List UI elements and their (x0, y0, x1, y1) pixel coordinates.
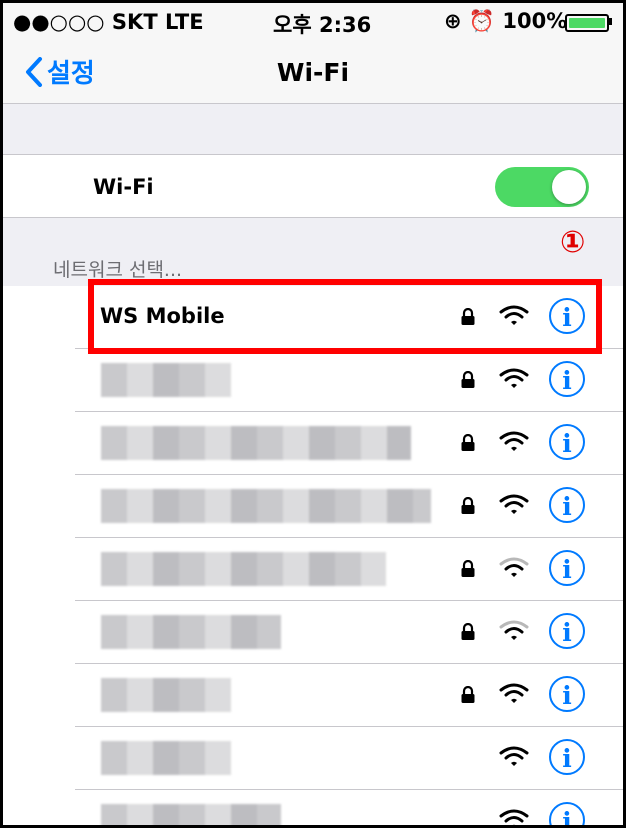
annotation-marker: ① (560, 225, 586, 260)
battery-icon (565, 14, 609, 32)
lock-icon (460, 370, 476, 393)
lock-icon (460, 685, 476, 708)
wifi-icon (499, 619, 529, 645)
network-row[interactable]: WS Mobile i (75, 286, 623, 349)
wifi-icon (499, 367, 529, 393)
info-icon[interactable]: i (549, 676, 585, 712)
network-row[interactable]: i (75, 727, 623, 790)
status-icons: ⊕ ⏰ 100% (444, 9, 568, 33)
lock-icon (460, 559, 476, 582)
toggle-knob (552, 170, 586, 204)
wifi-toggle-label: Wi-Fi (93, 175, 154, 199)
network-name-redacted (101, 489, 431, 523)
wifi-icon (499, 430, 529, 456)
battery-cap (609, 18, 612, 25)
network-row[interactable]: i (75, 790, 623, 825)
info-icon[interactable]: i (549, 298, 585, 334)
network-row[interactable]: i (75, 601, 623, 664)
wifi-icon (499, 808, 529, 825)
network-list: WS Mobile i i i i i i i i i (3, 286, 623, 825)
phone-screen: ●●○○○ SKT LTE 오후 2:36 ⊕ ⏰ 100% 설정 Wi-Fi … (0, 0, 626, 828)
info-icon[interactable]: i (549, 802, 585, 825)
info-icon[interactable]: i (549, 424, 585, 460)
network-name-redacted (101, 552, 386, 586)
wifi-icon (499, 556, 529, 582)
network-row[interactable]: i (75, 349, 623, 412)
network-row[interactable]: i (75, 664, 623, 727)
info-icon[interactable]: i (549, 550, 585, 586)
lock-icon (460, 496, 476, 519)
wifi-toggle-switch[interactable] (495, 167, 589, 207)
info-icon[interactable]: i (549, 613, 585, 649)
network-name: WS Mobile (100, 304, 225, 328)
lock-icon (460, 307, 476, 330)
navigation-bar: 설정 Wi-Fi (3, 39, 623, 104)
lock-icon (460, 622, 476, 645)
wifi-icon (499, 682, 529, 708)
wifi-icon (499, 493, 529, 519)
wifi-icon (499, 745, 529, 771)
page-title: Wi-Fi (276, 58, 350, 87)
network-row[interactable]: i (75, 475, 623, 538)
network-name-redacted (101, 741, 231, 775)
network-name-redacted (101, 804, 281, 825)
wifi-icon (499, 304, 529, 330)
status-bar: ●●○○○ SKT LTE 오후 2:36 ⊕ ⏰ 100% (3, 3, 623, 39)
info-icon[interactable]: i (549, 487, 585, 523)
wifi-toggle-row: Wi-Fi (3, 154, 623, 218)
section-header: 네트워크 선택... (53, 259, 183, 281)
network-name-redacted (101, 615, 281, 649)
network-name-redacted (101, 363, 231, 397)
network-row[interactable]: i (75, 538, 623, 601)
clock: 오후 2:36 (273, 13, 372, 37)
info-icon[interactable]: i (549, 739, 585, 775)
network-name-redacted (101, 678, 231, 712)
carrier-label: ●●○○○ SKT LTE (13, 10, 204, 34)
network-row[interactable]: i (75, 412, 623, 475)
lock-icon (460, 433, 476, 456)
network-name-redacted (101, 426, 411, 460)
info-icon[interactable]: i (549, 361, 585, 397)
